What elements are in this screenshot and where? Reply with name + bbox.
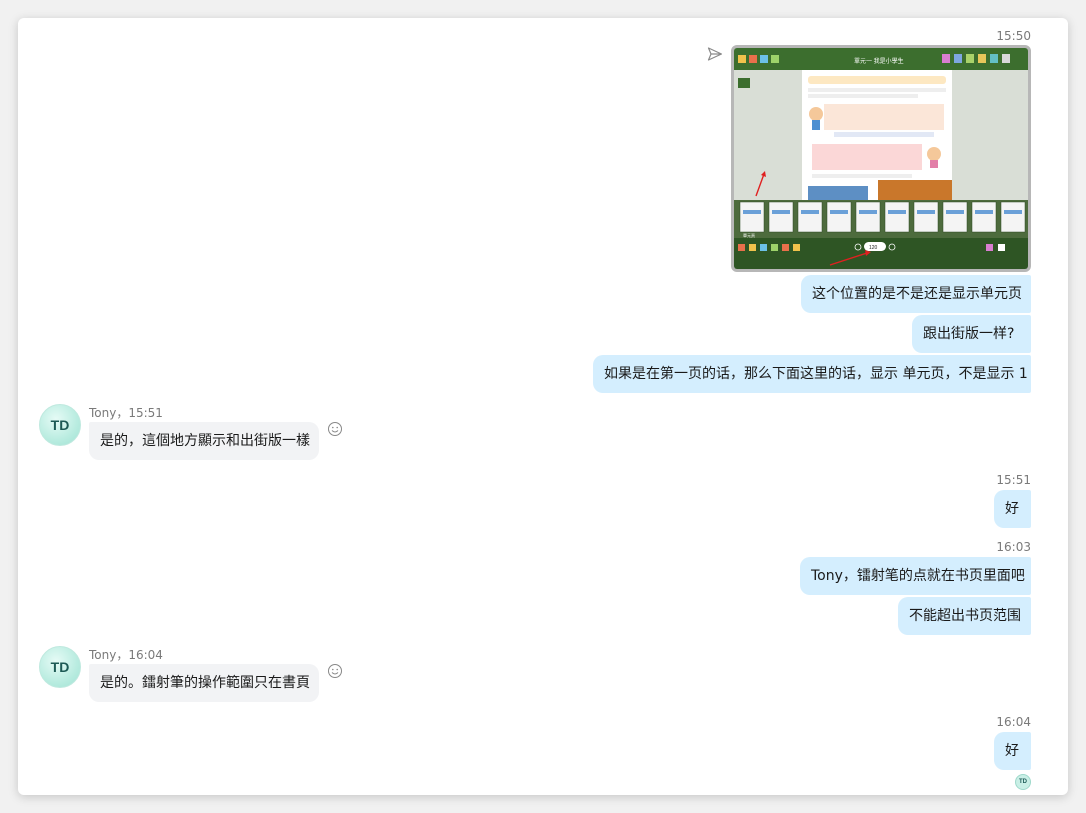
thumbnail-label: 單元頁	[743, 233, 755, 238]
message-timestamp: 16:03	[996, 540, 1031, 554]
outgoing-message[interactable]: 好	[994, 732, 1031, 770]
incoming-message[interactable]: 是的。鐳射筆的操作範圍只在書頁	[89, 664, 319, 702]
screenshot-title: 單元一 我是小學生	[854, 57, 904, 65]
chat-window: 15:50 單元一 我是小學生 單元頁 120 这个位置的是不是还是显示单元页 …	[18, 18, 1068, 795]
sender-name-time: Tony，15:51	[89, 406, 163, 420]
screenshot-content: 單元一 我是小學生 單元頁 120	[734, 48, 1028, 269]
outgoing-message[interactable]: 跟出街版一样?	[912, 315, 1031, 353]
outgoing-message[interactable]: 不能超出书页范围	[898, 597, 1031, 635]
page-number: 120	[869, 245, 878, 251]
incoming-message[interactable]: 是的，這個地方顯示和出街版一樣	[89, 422, 319, 460]
read-receipt-avatar: TD	[1015, 774, 1031, 790]
outgoing-message[interactable]: 如果是在第一页的话，那么下面这里的话，显示 单元页，不是显示 1	[593, 355, 1031, 393]
avatar[interactable]: TD	[39, 404, 81, 446]
sender-name-time: Tony，16:04	[89, 648, 163, 662]
avatar[interactable]: TD	[39, 646, 81, 688]
outgoing-message[interactable]: 好	[994, 490, 1031, 528]
outgoing-message[interactable]: 这个位置的是不是还是显示单元页	[801, 275, 1031, 313]
smiley-icon[interactable]	[327, 421, 343, 437]
paper-plane-icon[interactable]	[707, 46, 723, 62]
smiley-icon[interactable]	[327, 663, 343, 679]
message-timestamp: 15:51	[996, 473, 1031, 487]
shared-screenshot-image[interactable]: 單元一 我是小學生 單元頁 120	[731, 45, 1031, 272]
message-timestamp: 15:50	[996, 29, 1031, 43]
outgoing-message[interactable]: Tony，镭射笔的点就在书页里面吧	[800, 557, 1031, 595]
message-timestamp: 16:04	[996, 715, 1031, 729]
